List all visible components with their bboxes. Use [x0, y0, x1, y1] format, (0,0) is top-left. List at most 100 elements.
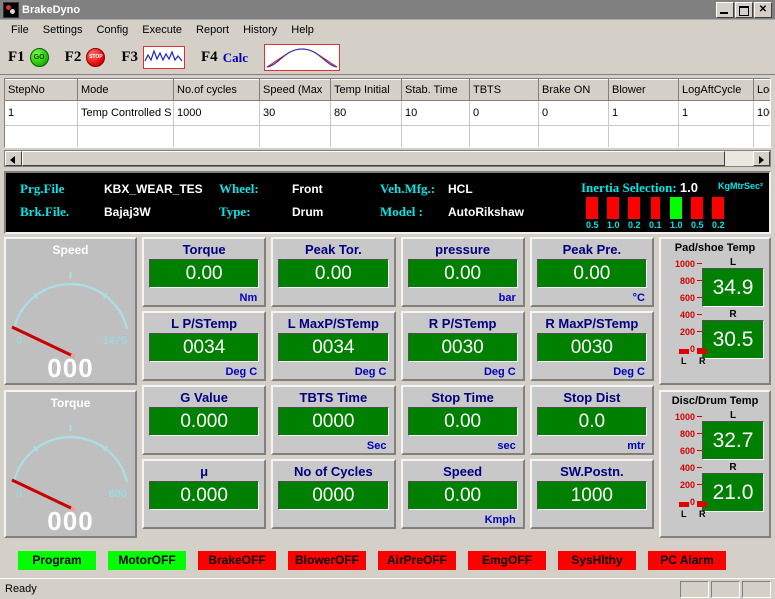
readout-value: 0.0 [536, 407, 647, 436]
cell-empty[interactable] [77, 125, 174, 147]
col-speed-max[interactable]: Speed (Max [259, 79, 331, 101]
cell-tbts[interactable]: 0 [469, 100, 539, 126]
scroll-left-arrow-icon[interactable] [5, 151, 22, 166]
cell-empty[interactable] [678, 125, 754, 147]
col-mode[interactable]: Mode [77, 79, 174, 101]
restore-button[interactable] [735, 1, 753, 18]
toolbar: F1 GO F2 STOP F3 F4 Calc [0, 41, 775, 75]
toolbar-button-f3[interactable]: F3 [121, 46, 186, 69]
inertia-bar-6[interactable]: 0.2 [712, 197, 725, 230]
cell-speed-max[interactable]: 30 [259, 100, 331, 126]
col-blower[interactable]: Blower [608, 79, 679, 101]
table-horizontal-scrollbar[interactable] [4, 150, 771, 167]
cell-empty[interactable] [5, 125, 78, 147]
prg-file-value: KBX_WEAR_TES [104, 182, 203, 196]
scrollbar-track[interactable] [725, 151, 753, 166]
stop-icon[interactable]: STOP [86, 48, 106, 67]
status-blower[interactable]: BlowerOFF [288, 550, 366, 570]
calc-icon[interactable]: Calc [223, 50, 248, 66]
status-program[interactable]: Program [18, 550, 96, 570]
col-stepno[interactable]: StepNo [5, 79, 78, 101]
menu-item-execute[interactable]: Execute [135, 22, 189, 38]
status-brake[interactable]: BrakeOFF [198, 550, 276, 570]
cell-empty[interactable] [538, 125, 609, 147]
cell-blower[interactable]: 1 [608, 100, 679, 126]
close-button[interactable]: ✕ [754, 1, 772, 18]
inertia-bar-label: 0.1 [649, 220, 662, 230]
cell-mode[interactable]: Temp Controlled S [77, 100, 174, 126]
inertia-value: 1.0 [679, 180, 698, 195]
inertia-bar-3[interactable]: 0.1 [649, 197, 662, 230]
toolbar-f1-key: F1 [8, 49, 25, 65]
readout-tbts-time: TBTS Time 0000 Sec [271, 385, 396, 455]
readout-unit: Sec [366, 440, 387, 452]
col-logaftcycle[interactable]: LogAftCycle [678, 79, 754, 101]
readout-unit: Nm [239, 292, 258, 304]
cell-empty[interactable] [401, 125, 470, 147]
cell-empty[interactable] [173, 125, 260, 147]
cell-temp-initial[interactable]: 80 [330, 100, 402, 126]
menu-item-history[interactable]: History [236, 22, 284, 38]
cell-cycles[interactable]: 1000 [173, 100, 260, 126]
cell-brake-on[interactable]: 0 [538, 100, 609, 126]
status-pc-alarm[interactable]: PC Alarm [648, 550, 726, 570]
step-table-container[interactable]: StepNo Mode No.of cycles Speed (Max Temp… [4, 78, 771, 148]
table-row[interactable]: 1 Temp Controlled S 1000 30 80 10 0 0 1 … [5, 100, 770, 126]
cell-logfortrend[interactable]: 100 [753, 100, 770, 126]
inertia-bar-2[interactable]: 0.2 [628, 197, 641, 230]
scale-tick: 1000 [664, 412, 704, 429]
menu-item-file[interactable]: File [4, 22, 36, 38]
readout-unit: sec [497, 440, 516, 452]
toolbar-button-f1[interactable]: F1 GO [8, 48, 49, 67]
waveform-icon[interactable] [143, 46, 186, 69]
cell-empty[interactable] [259, 125, 331, 147]
status-airpre[interactable]: AirPreOFF [378, 550, 456, 570]
readout-unit: Deg C [225, 366, 258, 378]
col-temp-initial[interactable]: Temp Initial [330, 79, 402, 101]
application-window: BrakeDyno ✕ File Settings Config Execute… [0, 0, 775, 599]
inertia-bar-0[interactable]: 0.5 [586, 197, 599, 230]
inertia-bar-1[interactable]: 1.0 [607, 197, 620, 230]
status-motor[interactable]: MotorOFF [108, 550, 186, 570]
scrollbar-thumb[interactable] [22, 151, 725, 166]
toolbar-f3-key: F3 [121, 49, 139, 65]
marker-label-r: R [699, 356, 706, 366]
cell-empty[interactable] [469, 125, 539, 147]
scroll-right-arrow-icon[interactable] [753, 151, 770, 166]
inertia-bar-4[interactable]: 1.0 [670, 197, 683, 230]
go-icon[interactable]: GO [29, 48, 49, 67]
pad-shoe-lr-markers: L R [679, 349, 719, 369]
toolbar-button-curve[interactable] [263, 44, 340, 71]
cell-stepno[interactable]: 1 [5, 100, 78, 126]
menu-bar: File Settings Config Execute Report Hist… [0, 20, 775, 41]
table-row[interactable] [5, 125, 770, 147]
menu-item-report[interactable]: Report [189, 22, 236, 38]
toolbar-f4-key: F4 [201, 49, 218, 65]
wheel-label: Wheel: [219, 181, 259, 196]
table-header-row: StepNo Mode No.of cycles Speed (Max Temp… [5, 79, 770, 101]
col-cycles[interactable]: No.of cycles [173, 79, 260, 101]
col-stab-time[interactable]: Stab. Time [401, 79, 470, 101]
scale-tick: 1000 [664, 259, 704, 276]
cell-empty[interactable] [330, 125, 402, 147]
menu-item-help[interactable]: Help [284, 22, 321, 38]
readout-sw-position: SW.Postn. 1000 [529, 459, 654, 529]
cell-logaftcycle[interactable]: 1 [678, 100, 754, 126]
inertia-bar-5[interactable]: 0.5 [691, 197, 704, 230]
menu-item-settings[interactable]: Settings [36, 22, 90, 38]
readout-value: 0.00 [536, 259, 647, 288]
col-logfortrend[interactable]: LogForTrend [753, 79, 770, 101]
menu-item-config[interactable]: Config [89, 22, 135, 38]
cell-empty[interactable] [608, 125, 679, 147]
cell-stab-time[interactable]: 10 [401, 100, 470, 126]
curve-graph-icon[interactable] [263, 44, 340, 71]
status-syshealth[interactable]: SysHlthy [558, 550, 636, 570]
cell-empty[interactable] [753, 125, 770, 147]
status-emergency[interactable]: EmgOFF [468, 550, 546, 570]
col-tbts[interactable]: TBTS [469, 79, 539, 101]
minimize-button[interactable] [716, 1, 734, 18]
col-brake-on[interactable]: Brake ON [538, 79, 609, 101]
toolbar-button-f4[interactable]: F4 Calc [201, 49, 248, 66]
readout-label: L MaxP/STemp [287, 316, 380, 331]
toolbar-button-f2[interactable]: F2 STOP [65, 48, 106, 67]
